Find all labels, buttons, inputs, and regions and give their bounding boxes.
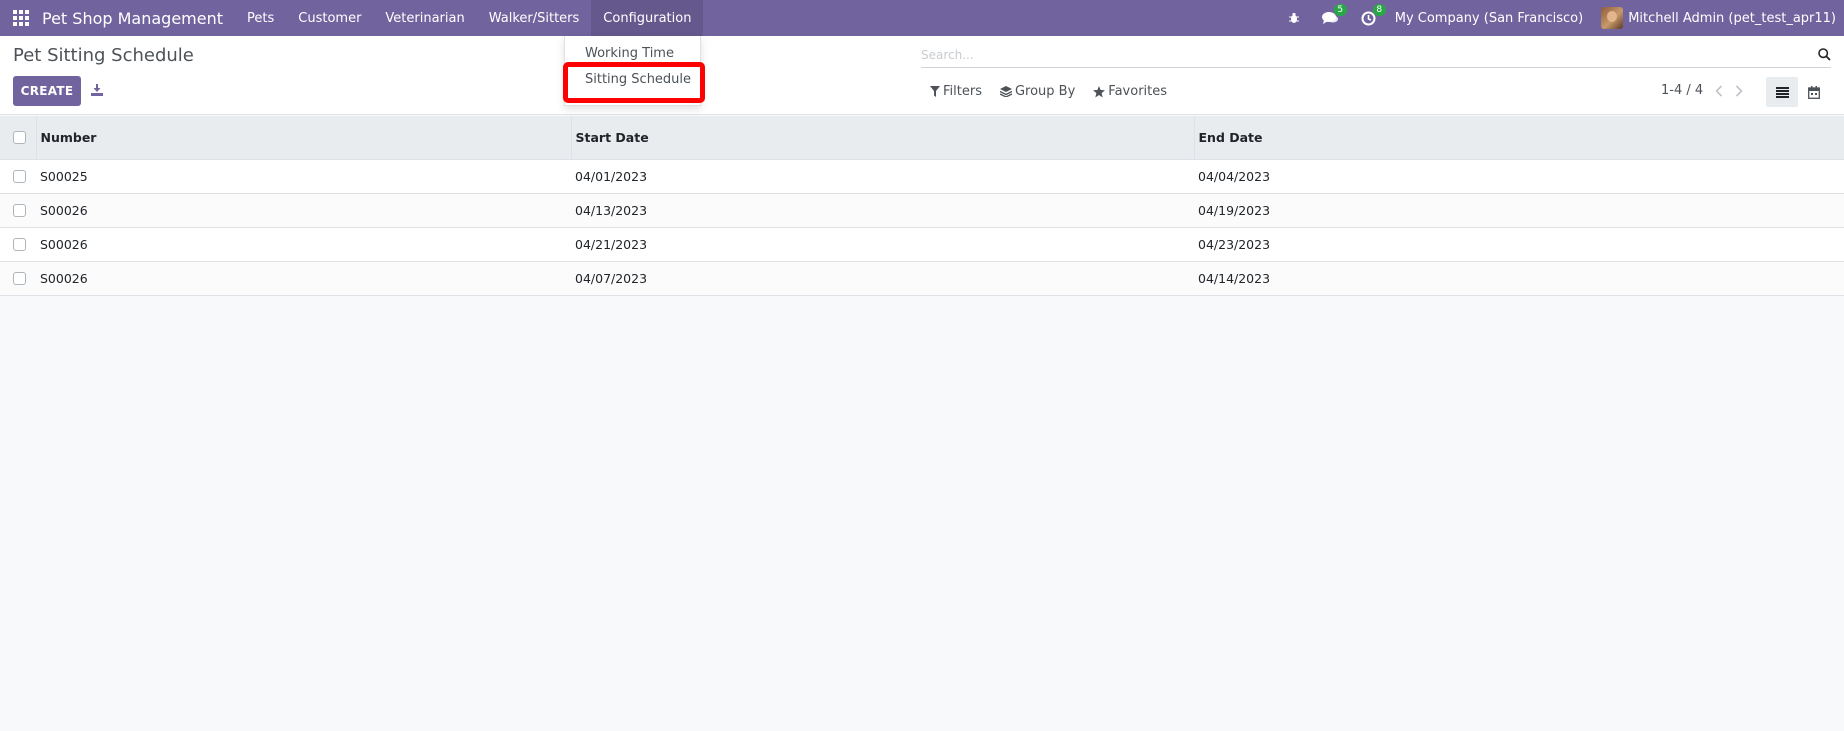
cell-start-date: 04/13/2023 bbox=[571, 193, 1194, 228]
user-name: Mitchell Admin (pet_test_apr11) bbox=[1628, 10, 1836, 26]
chat-icon[interactable]: 5 bbox=[1311, 0, 1350, 36]
create-button[interactable]: CREATE bbox=[13, 76, 81, 106]
search-panel-toggles: Filters Group By Favorites bbox=[930, 84, 1185, 99]
layers-icon bbox=[999, 86, 1012, 97]
menu-veterinarian[interactable]: Veterinarian bbox=[373, 0, 476, 36]
messages-badge: 5 bbox=[1333, 4, 1347, 16]
favorites-button[interactable]: Favorites bbox=[1093, 84, 1167, 99]
view-switcher bbox=[1766, 77, 1830, 107]
star-icon bbox=[1093, 85, 1106, 97]
highlight-annotation bbox=[563, 62, 705, 103]
filter-icon bbox=[930, 86, 940, 97]
table-row[interactable]: S00025 04/01/2023 04/04/2023 bbox=[0, 159, 1844, 194]
clock-icon[interactable]: 8 bbox=[1350, 0, 1387, 36]
filters-button[interactable]: Filters bbox=[930, 84, 982, 99]
list-view-icon[interactable] bbox=[1766, 77, 1798, 107]
bug-icon[interactable] bbox=[1277, 0, 1311, 36]
column-header-start-date[interactable]: Start Date bbox=[570, 116, 1194, 160]
cell-end-date: 04/14/2023 bbox=[1194, 261, 1844, 296]
group-by-label: Group By bbox=[1014, 84, 1076, 99]
row-checkbox[interactable] bbox=[13, 271, 26, 285]
calendar-view-icon[interactable] bbox=[1798, 77, 1830, 107]
menu-configuration[interactable]: Configuration bbox=[591, 0, 704, 36]
pager: 1-4 / 4 bbox=[1661, 83, 1743, 98]
select-all-checkbox[interactable] bbox=[13, 130, 26, 144]
control-panel: Pet Sitting Schedule CREATE Filters Grou… bbox=[0, 36, 1844, 115]
row-checkbox[interactable] bbox=[13, 237, 26, 251]
cell-number: S00026 bbox=[36, 193, 571, 228]
table-header-row: Number Start Date End Date bbox=[0, 116, 1844, 160]
top-navbar: Pet Shop Management Pets Customer Veteri… bbox=[0, 0, 1844, 36]
company-switcher[interactable]: My Company (San Francisco) bbox=[1387, 11, 1595, 26]
navbar-systray: 5 8 My Company (San Francisco) Mitchell … bbox=[1277, 0, 1844, 36]
chevron-right-icon[interactable] bbox=[1735, 84, 1743, 97]
cell-end-date: 04/19/2023 bbox=[1194, 193, 1844, 228]
chevron-left-icon[interactable] bbox=[1715, 84, 1723, 97]
cell-end-date: 04/04/2023 bbox=[1194, 159, 1844, 194]
table-row[interactable]: S00026 04/07/2023 04/14/2023 bbox=[0, 261, 1844, 296]
cell-start-date: 04/21/2023 bbox=[571, 227, 1194, 262]
app-brand[interactable]: Pet Shop Management bbox=[42, 9, 235, 28]
activities-badge: 8 bbox=[1372, 4, 1386, 16]
user-menu[interactable]: Mitchell Admin (pet_test_apr11) bbox=[1595, 7, 1844, 29]
row-checkbox[interactable] bbox=[13, 203, 26, 217]
column-header-number[interactable]: Number bbox=[35, 116, 571, 160]
cell-number: S00025 bbox=[36, 159, 571, 194]
cell-number: S00026 bbox=[36, 227, 571, 262]
search-icon[interactable] bbox=[1811, 48, 1831, 61]
row-checkbox[interactable] bbox=[13, 169, 26, 183]
menu-customer[interactable]: Customer bbox=[286, 0, 373, 36]
page-title: Pet Sitting Schedule bbox=[13, 45, 194, 66]
pager-value[interactable]: 1-4 / 4 bbox=[1661, 83, 1703, 98]
search-input[interactable] bbox=[921, 47, 1811, 62]
records-table: Number Start Date End Date S00025 04/01/… bbox=[0, 116, 1844, 296]
menu-walker-sitters[interactable]: Walker/Sitters bbox=[477, 0, 592, 36]
table-row[interactable]: S00026 04/21/2023 04/23/2023 bbox=[0, 227, 1844, 262]
dropdown-item-working-time[interactable]: Working Time bbox=[585, 46, 674, 61]
cell-number: S00026 bbox=[36, 261, 571, 296]
table-row[interactable]: S00026 04/13/2023 04/19/2023 bbox=[0, 193, 1844, 228]
filters-label: Filters bbox=[943, 84, 982, 99]
download-icon[interactable] bbox=[88, 80, 106, 100]
column-header-end-date[interactable]: End Date bbox=[1193, 116, 1844, 160]
avatar bbox=[1601, 7, 1624, 29]
menu-pets[interactable]: Pets bbox=[235, 0, 286, 36]
apps-menu-icon[interactable] bbox=[0, 0, 42, 36]
list-view: Number Start Date End Date S00025 04/01/… bbox=[0, 116, 1844, 296]
group-by-button[interactable]: Group By bbox=[999, 84, 1076, 99]
favorites-label: Favorites bbox=[1108, 84, 1168, 99]
cell-end-date: 04/23/2023 bbox=[1194, 227, 1844, 262]
cell-start-date: 04/01/2023 bbox=[571, 159, 1194, 194]
cell-start-date: 04/07/2023 bbox=[571, 261, 1194, 296]
search-bar bbox=[921, 42, 1831, 68]
